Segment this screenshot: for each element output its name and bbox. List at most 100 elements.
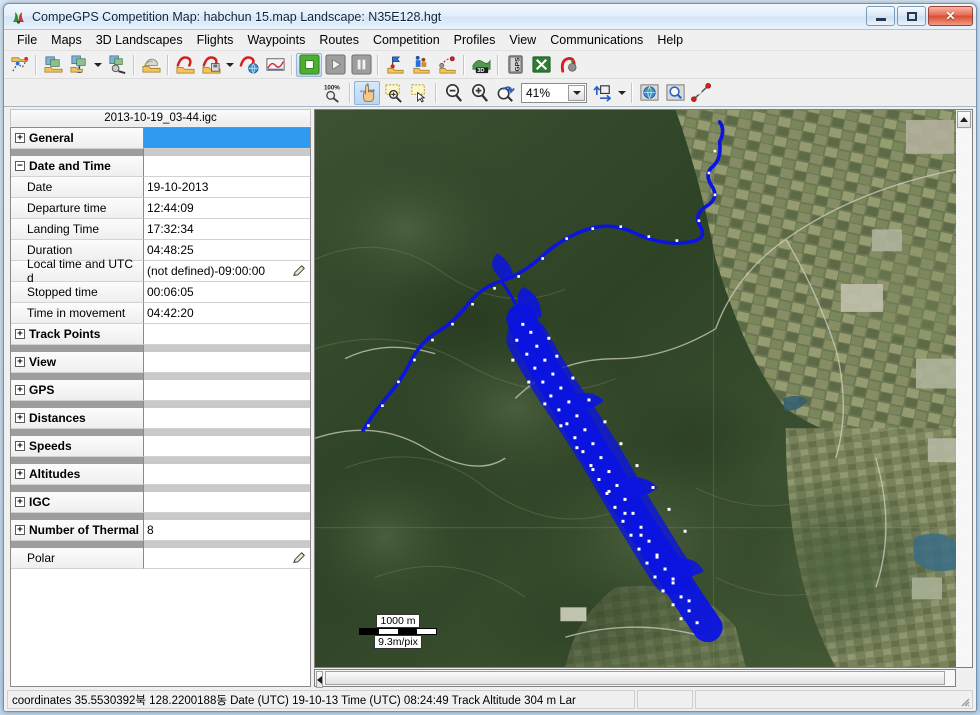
menu-3d-landscapes[interactable]: 3D Landscapes [89,31,190,49]
grid-row[interactable]: Date 19-10-2013 [11,177,310,198]
grid-row[interactable]: Local time and UTC d (not defined)-09:00:… [11,257,310,285]
menu-maps[interactable]: Maps [44,31,89,49]
magnet-track-icon[interactable] [554,53,580,77]
grid-row-value-cell[interactable]: (not defined)-09:00:00 [144,261,310,282]
globe-view-icon[interactable] [636,81,662,105]
grid-row[interactable]: − Date and Time [11,156,310,177]
zoom-level-combo[interactable]: 41% [521,82,587,103]
expand-icon[interactable]: + [15,133,25,143]
expand-icon[interactable]: + [15,329,25,339]
grid-row-label-cell[interactable]: − Date and Time [11,156,144,177]
gps-icon[interactable]: GPS [502,53,528,77]
menu-view[interactable]: View [502,31,543,49]
grid-row-label-cell[interactable]: + View [11,352,144,373]
zoom-level-dropdown-caret[interactable] [568,84,585,101]
grid-row-label-cell[interactable]: + IGC [11,492,144,513]
grid-row-value-cell[interactable] [144,128,310,149]
map-dropdown-caret[interactable] [92,53,104,77]
flight-globe-icon[interactable] [236,53,262,77]
grid-row[interactable]: + View [11,352,310,373]
stop-animation-icon[interactable] [296,52,322,77]
menu-profiles[interactable]: Profiles [447,31,503,49]
grid-row-label-cell[interactable]: Local time and UTC d [11,257,144,285]
grid-row[interactable]: Departure time 12:44:09 [11,198,310,219]
grid-row[interactable]: + Speeds [11,436,310,457]
expand-icon[interactable]: + [15,441,25,451]
flight-dropdown-caret[interactable] [224,53,236,77]
grid-row-label-cell[interactable]: Time in movement [11,303,144,324]
map-horizontal-scrollbar[interactable] [314,669,956,688]
grid-row-value-cell[interactable]: 17:32:34 [144,219,310,240]
magnifier-view-icon[interactable] [662,81,688,105]
open-competition-icon[interactable] [408,53,434,77]
scroll-vertical-track[interactable] [956,129,972,667]
expand-icon[interactable]: + [15,497,25,507]
grid-row-value-cell[interactable]: 04:48:25 [144,240,310,261]
new-track-icon[interactable] [6,53,32,77]
zoom-window-icon[interactable] [380,81,406,105]
grid-row[interactable]: + IGC [11,492,310,513]
map-view[interactable]: 1000 m 9.3m/pix [314,109,956,668]
grid-row[interactable]: + Altitudes [11,464,310,485]
grid-row-value-cell[interactable] [144,464,310,485]
grid-row-value-cell[interactable] [144,436,310,457]
grid-row-value-cell[interactable] [144,492,310,513]
expand-icon[interactable]: + [15,413,25,423]
grid-row[interactable]: + Track Points [11,324,310,345]
resize-gripper-icon[interactable] [958,695,970,707]
zoom-refresh-icon[interactable] [492,81,518,105]
maximize-button[interactable] [897,6,926,26]
scroll-up-button[interactable] [957,111,971,128]
grid-row-label-cell[interactable]: + General [11,128,144,149]
menu-file[interactable]: File [10,31,44,49]
grid-row[interactable]: Time in movement 04:42:20 [11,303,310,324]
edit-pencil-icon[interactable] [292,551,306,565]
expand-icon[interactable]: + [15,525,25,535]
grid-row[interactable]: + Distances [11,408,310,429]
grid-row-label-cell[interactable]: Polar [11,548,144,569]
graph-icon[interactable] [262,53,288,77]
menu-routes[interactable]: Routes [312,31,366,49]
open-flight-icon[interactable] [172,53,198,77]
grid-row-value-cell[interactable] [144,380,310,401]
grid-row-label-cell[interactable]: + Track Points [11,324,144,345]
grid-row-label-cell[interactable]: + Number of Thermal [11,520,144,541]
grid-row[interactable]: + General [11,128,310,149]
grid-row-value-cell[interactable] [144,324,310,345]
grid-row[interactable]: Stopped time 00:06:05 [11,282,310,303]
expand-icon[interactable]: + [15,469,25,479]
grid-row-value-cell[interactable]: 04:42:20 [144,303,310,324]
zoom-out-icon[interactable] [440,81,466,105]
map-vertical-scrollbar[interactable] [956,109,973,668]
grid-row-label-cell[interactable]: Stopped time [11,282,144,303]
grid-row-label-cell[interactable]: Date [11,177,144,198]
open-map-icon[interactable] [40,53,66,77]
file-tab[interactable]: 2013-10-19_03-44.igc [10,109,311,126]
save-flight-icon[interactable] [198,53,224,77]
menu-help[interactable]: Help [650,31,690,49]
pan-hand-icon[interactable] [354,80,380,105]
export-icon[interactable] [528,53,554,77]
grid-row[interactable]: + Number of Thermal 8 [11,520,310,541]
map-tools-icon[interactable] [104,53,130,77]
grid-row-value-cell[interactable]: 8 [144,520,310,541]
grid-row-value-cell[interactable] [144,352,310,373]
grid-row-value-cell[interactable]: 19-10-2013 [144,177,310,198]
open-route-icon[interactable] [434,53,460,77]
grid-row-label-cell[interactable]: Departure time [11,198,144,219]
grid-row-value-cell[interactable]: 00:06:05 [144,282,310,303]
pause-animation-icon[interactable] [348,53,374,77]
menu-flights[interactable]: Flights [190,31,241,49]
scroll-left-button[interactable] [316,671,323,688]
edit-pencil-icon[interactable] [292,264,306,278]
close-button[interactable]: ✕ [928,6,973,26]
measure-icon[interactable] [688,81,714,105]
zoom-100-icon[interactable]: 100% [320,81,346,105]
scroll-horizontal-thumb[interactable] [325,671,945,685]
grid-row-value-cell[interactable] [144,156,310,177]
grid-row[interactable]: Landing Time 17:32:34 [11,219,310,240]
move-up-icon[interactable] [590,81,616,105]
open-landscape-icon[interactable] [138,53,164,77]
select-rect-icon[interactable] [406,81,432,105]
grid-row-value-cell[interactable] [144,548,310,569]
